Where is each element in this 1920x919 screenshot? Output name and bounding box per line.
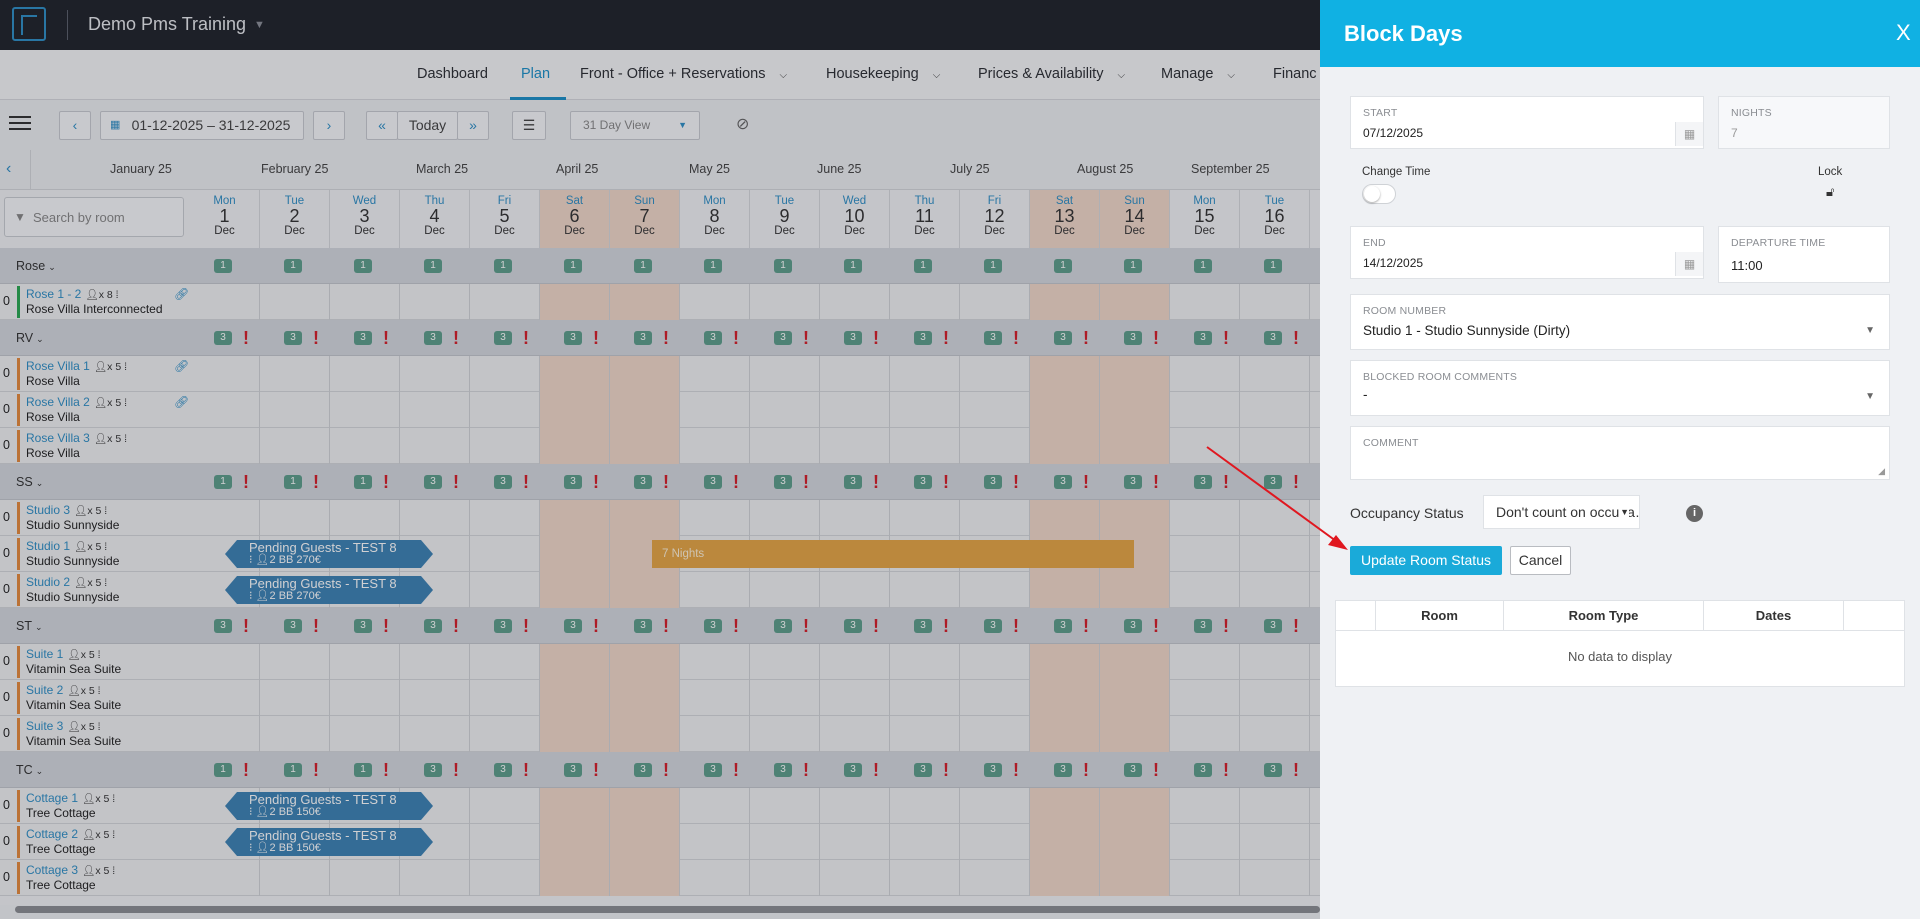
comment-label: COMMENT (1363, 437, 1419, 449)
nights-value[interactable]: 7 (1731, 126, 1738, 140)
blocked-room-comments-select[interactable]: BLOCKED ROOM COMMENTS - ▼ (1350, 360, 1890, 416)
resize-handle-icon[interactable]: ◢ (1878, 466, 1885, 477)
panel-header: Block Days X (1320, 0, 1920, 67)
blocked-comments-value[interactable]: - (1363, 387, 1368, 402)
end-label: END (1363, 237, 1386, 249)
room-number-select[interactable]: ROOM NUMBER Studio 1 - Studio Sunnyside … (1350, 294, 1890, 350)
block-days-panel: Block Days X START 07/12/2025 ▦ NIGHTS 7… (1320, 0, 1920, 919)
change-time-toggle[interactable] (1362, 184, 1396, 204)
table-empty-message: No data to display (1567, 649, 1673, 664)
lock-label: Lock (1818, 166, 1843, 178)
occupancy-status-value: Don't count on occupa… (1496, 504, 1640, 520)
calendar-icon[interactable]: ▦ (1675, 252, 1703, 276)
occupancy-status-label: Occupancy Status (1350, 505, 1464, 521)
blocked-comments-label: BLOCKED ROOM COMMENTS (1363, 371, 1518, 383)
start-field[interactable]: START 07/12/2025 ▦ (1350, 96, 1704, 149)
occupancy-status-select[interactable]: Don't count on occupa… ▼ (1483, 495, 1640, 529)
blocked-rooms-table: Room Room Type Dates No data to display (1335, 600, 1905, 687)
departure-label: DEPARTURE TIME (1731, 237, 1826, 249)
cancel-button[interactable]: Cancel (1510, 546, 1571, 575)
toggle-knob (1364, 186, 1380, 202)
dropdown-caret-icon[interactable]: ▼ (1865, 325, 1875, 336)
end-value[interactable]: 14/12/2025 (1363, 256, 1423, 270)
table-header-room-type[interactable]: Room Type (1504, 601, 1704, 631)
comment-field[interactable]: COMMENT ◢ (1350, 426, 1890, 480)
end-field[interactable]: END 14/12/2025 ▦ (1350, 226, 1704, 279)
info-icon[interactable]: i (1686, 505, 1703, 522)
room-number-label: ROOM NUMBER (1363, 305, 1447, 317)
chevron-down-icon: ▼ (1620, 496, 1629, 528)
change-time-label: Change Time (1362, 166, 1431, 178)
table-header-dates[interactable]: Dates (1704, 601, 1844, 631)
room-number-value[interactable]: Studio 1 - Studio Sunnyside (Dirty) (1363, 323, 1570, 338)
departure-value[interactable]: 11:00 (1731, 258, 1763, 273)
panel-title: Block Days (1344, 21, 1463, 46)
update-room-status-button[interactable]: Update Room Status (1350, 546, 1502, 575)
modal-overlay[interactable] (0, 0, 1320, 919)
table-header-room[interactable]: Room (1376, 601, 1504, 631)
table-header-select (1336, 601, 1376, 631)
departure-time-field[interactable]: DEPARTURE TIME 11:00 (1718, 226, 1890, 283)
table-header-actions (1844, 601, 1904, 631)
dropdown-caret-icon[interactable]: ▼ (1865, 391, 1875, 402)
start-label: START (1363, 107, 1398, 119)
close-button[interactable]: X (1896, 20, 1911, 46)
start-value[interactable]: 07/12/2025 (1363, 126, 1423, 140)
unlock-icon[interactable]: 🔓︎ (1826, 184, 1834, 200)
nights-label: NIGHTS (1731, 107, 1772, 119)
calendar-icon[interactable]: ▦ (1675, 122, 1703, 146)
nights-field[interactable]: NIGHTS 7 (1718, 96, 1890, 149)
